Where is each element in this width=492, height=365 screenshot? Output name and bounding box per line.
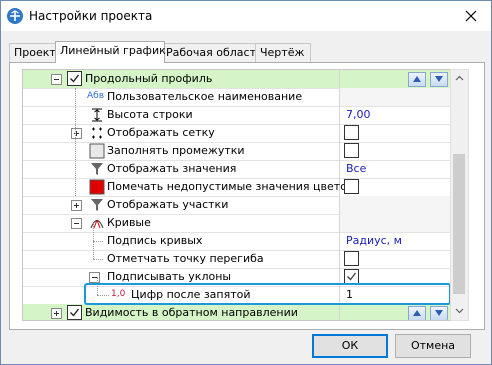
fill-gaps-checkbox[interactable] <box>344 143 359 158</box>
mark-invalid-checkbox[interactable] <box>344 179 359 194</box>
scroll-up-button[interactable] <box>451 70 468 87</box>
check-icon <box>347 272 357 281</box>
scroll-thumb[interactable] <box>453 154 465 294</box>
row-label: Подпись кривых <box>107 234 203 247</box>
tab-project[interactable]: Проект <box>9 43 59 62</box>
collapse-icon[interactable] <box>71 218 82 229</box>
ok-button[interactable]: ОК <box>312 334 388 358</box>
tab-panel: Продольный профиль Абв Пользовательское … <box>9 62 485 330</box>
row-label: Отметчать точку перегиба <box>107 252 264 265</box>
group-row-longitudinal-profile[interactable]: Продольный профиль <box>23 70 451 89</box>
row-custom-name[interactable]: Абв Пользовательское наименование <box>23 88 451 107</box>
row-mark-inflection[interactable]: Отметчать точку перегиба <box>23 250 451 269</box>
vertical-scrollbar[interactable] <box>450 69 469 321</box>
curve-icon <box>89 215 105 231</box>
move-up-button[interactable] <box>408 306 426 320</box>
row-label: Видимость в обратном направлении <box>85 306 298 319</box>
app-icon <box>7 8 23 24</box>
row-show-grid[interactable]: Отображать сетку <box>23 124 451 143</box>
arrow-up-icon <box>413 310 421 316</box>
move-down-button[interactable] <box>430 306 448 320</box>
row-curves[interactable]: Кривые <box>23 214 451 233</box>
close-icon <box>465 10 477 22</box>
expand-icon[interactable] <box>71 128 82 139</box>
arrow-up-icon <box>413 76 421 82</box>
row-show-segments[interactable]: Отображать участки <box>23 196 451 215</box>
tab-linear-graph[interactable]: Линейный график <box>55 41 166 63</box>
row-label: Кривые <box>107 216 151 229</box>
funnel-icon <box>89 197 105 213</box>
text-abc-icon: Абв <box>87 91 105 101</box>
row-show-values[interactable]: Отображать значения Все <box>23 160 451 179</box>
row-label: Высота строки <box>107 108 193 121</box>
row-label: Помечать недопустимые значения цветом <box>107 180 356 193</box>
custom-name-value[interactable] <box>340 88 451 106</box>
cancel-button[interactable]: Отмена <box>395 334 471 358</box>
collapse-icon[interactable] <box>89 272 100 283</box>
show-grid-checkbox[interactable] <box>344 125 359 140</box>
row-label: Заполнять промежутки <box>107 144 245 157</box>
row-mark-invalid[interactable]: Помечать недопустимые значения цветом <box>23 178 451 197</box>
move-down-button[interactable] <box>430 72 448 87</box>
selection-highlight <box>84 283 451 305</box>
grid-dots-icon <box>89 125 105 141</box>
expand-icon[interactable] <box>51 308 62 319</box>
arrow-down-icon <box>435 76 443 82</box>
show-values-value[interactable]: Все <box>346 162 366 175</box>
red-color-icon <box>89 179 105 195</box>
chevron-up-icon <box>455 75 464 81</box>
tab-work-area[interactable]: Рабочая область <box>161 43 262 62</box>
collapse-icon[interactable] <box>51 74 62 85</box>
title-bar: Настройки проекта <box>1 1 491 31</box>
funnel-icon <box>89 161 105 177</box>
arrow-down-icon <box>435 310 443 316</box>
close-button[interactable] <box>457 3 485 29</box>
tab-drawing[interactable]: Чертёж <box>255 43 311 62</box>
move-up-button[interactable] <box>408 72 426 87</box>
expand-icon[interactable] <box>71 200 82 211</box>
window-title: Настройки проекта <box>29 9 153 23</box>
mark-inflection-checkbox[interactable] <box>344 251 359 266</box>
chevron-down-icon <box>455 308 464 314</box>
label-slopes-checkbox[interactable] <box>344 269 359 284</box>
fill-swatch-icon <box>89 143 105 159</box>
row-label: Пользовательское наименование <box>107 90 303 103</box>
curve-label-value[interactable]: Радиус, м <box>346 234 402 247</box>
group-checkbox[interactable] <box>67 305 82 320</box>
row-label: Отображать значения <box>107 162 237 175</box>
row-label: Продольный профиль <box>85 72 213 85</box>
row-row-height[interactable]: Высота строки 7,00 <box>23 106 451 125</box>
row-label: Отображать участки <box>107 198 229 211</box>
row-fill-gaps[interactable]: Заполнять промежутки <box>23 142 451 161</box>
group-checkbox[interactable] <box>67 71 82 86</box>
row-label: Отображать сетку <box>107 126 215 139</box>
row-label: Подписывать уклоны <box>107 270 232 283</box>
row-height-value[interactable]: 7,00 <box>346 108 371 121</box>
project-settings-dialog: Настройки проекта Проект Линейный график… <box>0 0 492 365</box>
row-height-icon <box>89 107 105 123</box>
group-row-reverse-visibility[interactable]: Видимость в обратном направлении <box>23 304 451 320</box>
scroll-down-button[interactable] <box>451 302 468 319</box>
row-curve-label[interactable]: Подпись кривых Радиус, м <box>23 232 451 251</box>
